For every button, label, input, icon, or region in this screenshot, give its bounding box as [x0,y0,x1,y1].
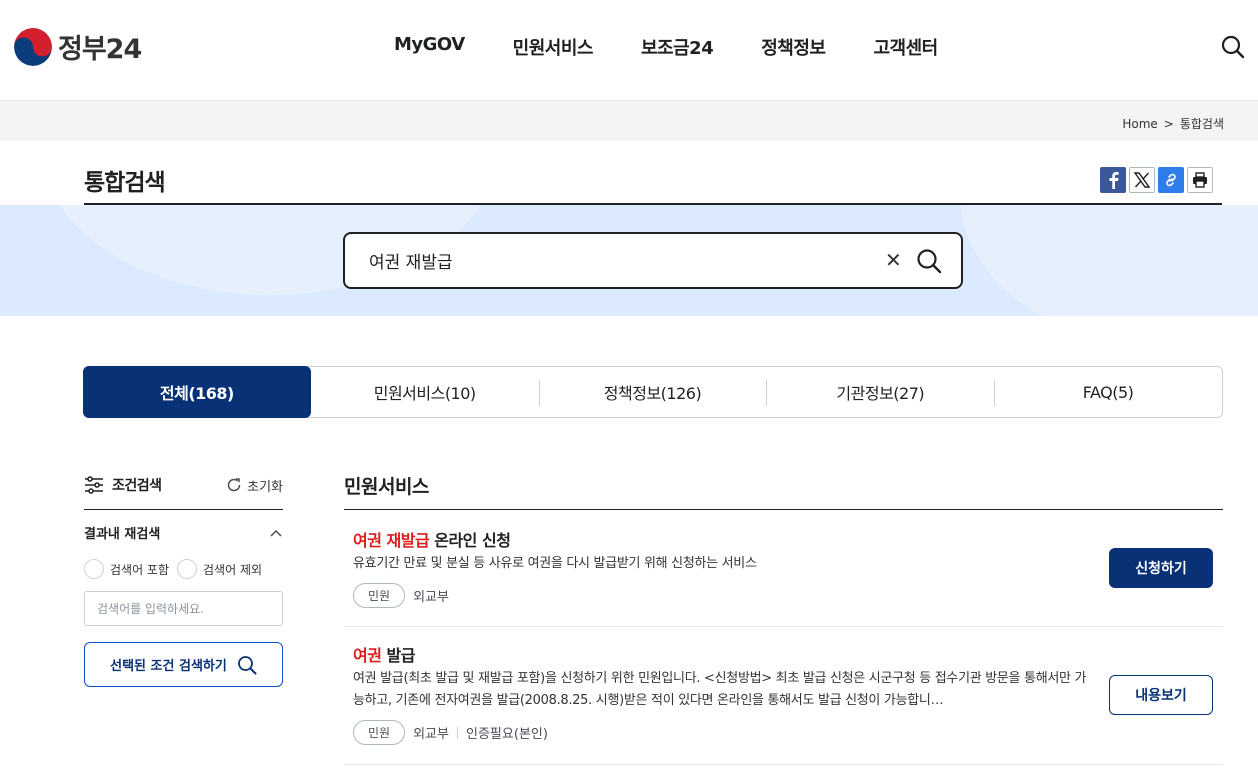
refine-title: 결과내 재검색 [84,527,161,542]
reset-label: 초기화 [247,479,283,495]
taegeuk-logo-icon [14,27,52,66]
reset-button[interactable]: 초기화 [226,476,283,495]
tab-policy-info[interactable]: 정책정보(126) [538,367,767,417]
filter-title-label: 조건검색 [112,478,162,494]
tab-faq[interactable]: FAQ(5) [994,367,1222,417]
decorative-circle [960,205,1258,316]
filter-header: 조건검색 초기화 [84,475,283,495]
result-agency: 외교부 [413,590,449,605]
chevron-up-icon[interactable] [269,528,283,538]
result-title-highlight: 여권 [353,646,382,665]
chevron-right-icon: > [1163,116,1174,131]
result-description: 유효기간 만료 및 분실 등 사유로 여권을 다시 발급받기 위해 신청하는 서… [353,556,757,571]
tab-agency-info[interactable]: 기관정보(27) [766,367,994,417]
page-title: 통합검색 [84,170,166,196]
result-auth-required: 인증필요(본인) [465,727,548,742]
result-tag: 민원 [353,720,406,745]
radio-include[interactable]: 검색어 포함 [84,559,169,579]
logo-text: 정부24 [58,34,142,65]
view-details-button[interactable]: 내용보기 [1109,675,1213,715]
share-toolbar [1100,167,1213,193]
nav-customer-center[interactable]: 고객센터 [849,34,961,60]
breadcrumb-home[interactable]: Home [1122,117,1157,131]
facebook-icon[interactable] [1100,167,1126,193]
result-tabs: 전체(168) 민원서비스(10) 정책정보(126) 기관정보(27) FAQ… [83,366,1223,418]
breadcrumb-current: 통합검색 [1179,117,1224,131]
site-header: 정부24 MyGOV 민원서비스 보조금24 정책정보 고객센터 [0,0,1258,101]
tab-civil-service[interactable]: 민원서비스(10) [311,367,539,417]
sliders-icon [85,476,103,494]
nav-civil-service[interactable]: 민원서비스 [489,34,617,60]
tab-all[interactable]: 전체(168) [83,366,311,418]
refine-search-input[interactable] [84,591,283,626]
radio-include-circle[interactable] [84,559,104,579]
search-conditions-button[interactable]: 선택된 조건 검색하기 [84,642,283,687]
x-twitter-icon[interactable] [1129,167,1155,193]
result-title[interactable]: 여권 발급 [353,642,415,666]
radio-exclude-label: 검색어 제외 [203,562,263,577]
result-agency: 외교부 [413,727,449,742]
result-description: 여권 발급(최초 발급 및 재발급 포함)을 신청하기 위한 민원입니다. <신… [353,671,1087,708]
result-title-rest: 발급 [381,646,416,665]
result-tag: 민원 [353,583,406,608]
print-icon[interactable] [1187,167,1213,193]
radio-include-label: 검색어 포함 [110,562,170,577]
refine-options: 검색어 포함 검색어 제외 [84,559,262,579]
apply-button[interactable]: 신청하기 [1109,548,1213,588]
radio-exclude-circle[interactable] [177,559,198,579]
radio-exclude[interactable]: 검색어 제외 [177,559,262,579]
filter-title: 조건검색 [84,475,162,495]
link-icon[interactable] [1158,167,1184,193]
meta-separator [456,726,458,739]
result-meta: 민원 외교부 [353,583,449,608]
nav-policy-info[interactable]: 정책정보 [737,34,849,60]
nav-mygov[interactable]: MyGOV [370,34,489,60]
result-title-rest: 온라인 신청 [429,531,511,550]
site-logo[interactable]: 정부24 [14,27,142,66]
result-title[interactable]: 여권 재발급 온라인 신청 [353,527,511,551]
section-title: 민원서비스 [344,476,429,498]
result-meta: 민원 외교부 인증필요(본인) [353,720,548,745]
search-conditions-label: 선택된 조건 검색하기 [110,659,227,674]
main-nav: MyGOV 민원서비스 보조금24 정책정보 고객센터 [370,34,962,60]
clear-icon[interactable]: ✕ [885,248,902,272]
refresh-icon [227,478,241,492]
result-item: 여권 발급 여권 발급(최초 발급 및 재발급 포함)을 신청하기 위한 민원입… [344,627,1223,765]
result-item: 여권 재발급 온라인 신청 유효기간 만료 및 분실 등 사유로 여권을 다시 … [344,510,1223,627]
filter-divider [84,509,283,510]
refine-header[interactable]: 결과내 재검색 [84,523,283,542]
result-title-highlight: 여권 재발급 [353,531,430,550]
breadcrumb-bar: Home > 통합검색 [0,101,1258,141]
search-icon [237,655,257,674]
search-banner: ✕ [0,205,1258,316]
search-submit-icon[interactable] [915,247,943,275]
search-icon[interactable] [1220,34,1246,60]
search-box: ✕ [343,232,963,289]
nav-subsidy24[interactable]: 보조금24 [617,34,737,60]
breadcrumb: Home > 통합검색 [1122,115,1224,132]
search-input[interactable] [369,250,849,270]
